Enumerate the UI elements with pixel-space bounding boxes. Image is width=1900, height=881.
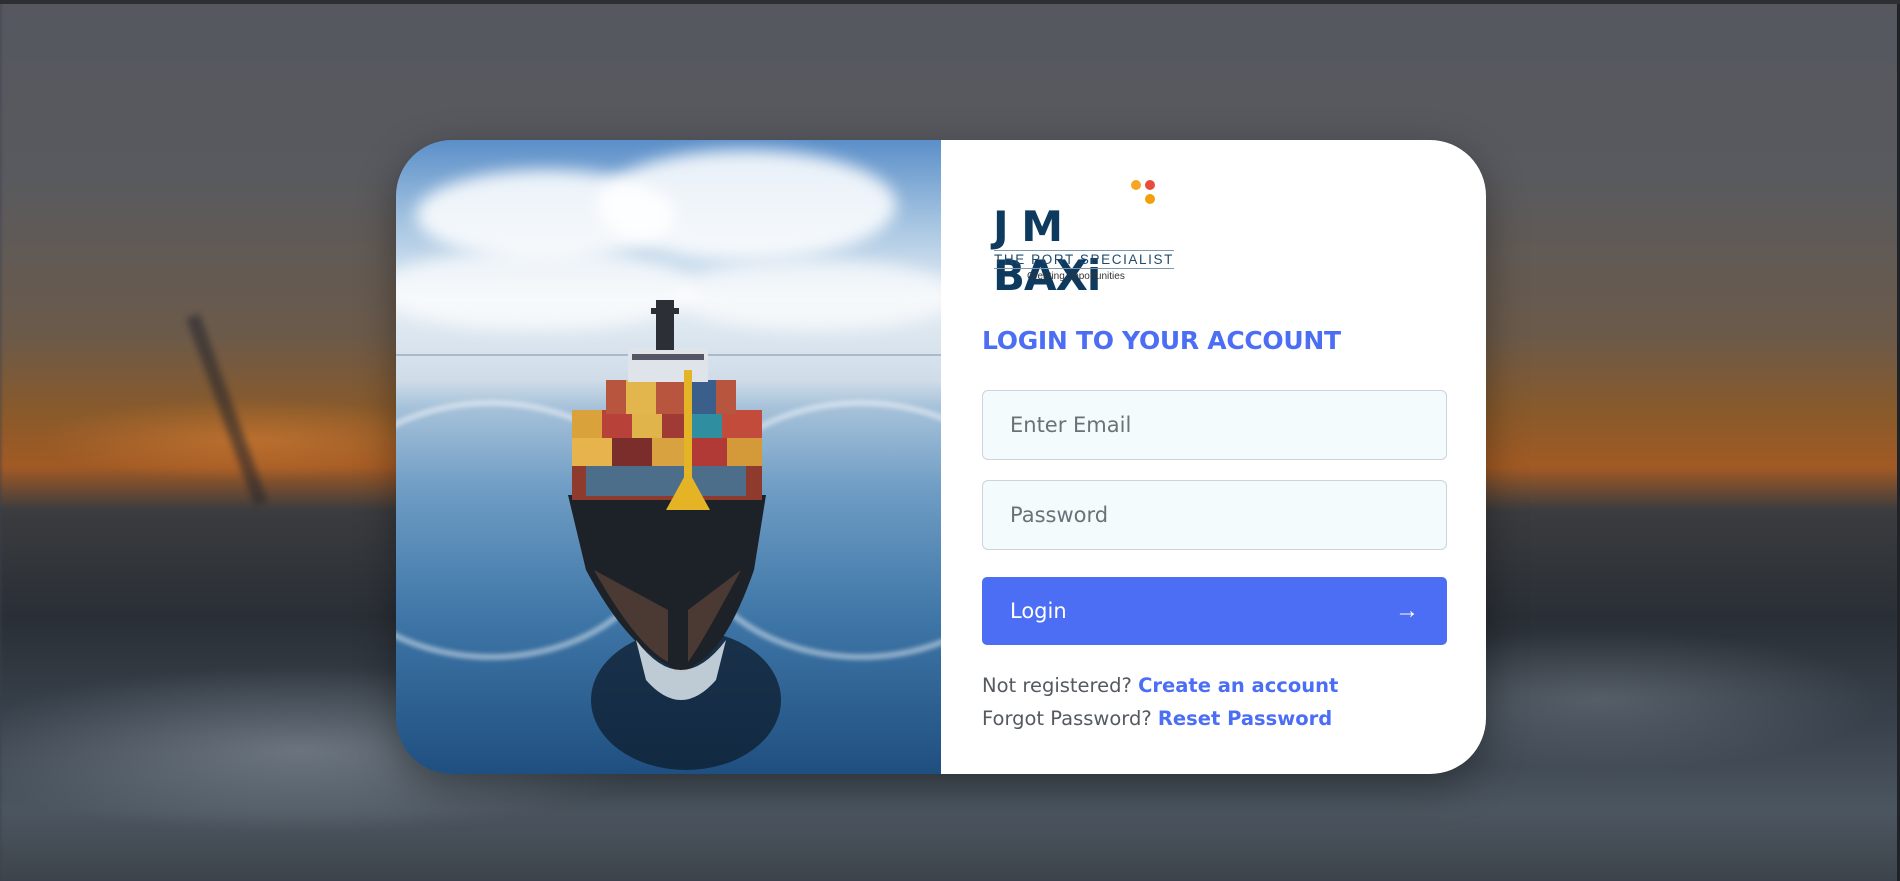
login-button[interactable]: Login →: [982, 577, 1447, 645]
register-prompt: Not registered?: [982, 674, 1132, 697]
container-ship-image: [396, 140, 941, 774]
password-field[interactable]: [982, 480, 1447, 550]
forgot-prompt: Forgot Password?: [982, 707, 1152, 730]
login-card: J M BAXi THE PORT SPECIALIST Creating op…: [396, 140, 1486, 774]
logo-dot-icon: [1145, 180, 1155, 190]
forgot-line: Forgot Password? Reset Password: [982, 707, 1332, 730]
logo-tagline: Creating opportunities: [1027, 271, 1125, 282]
login-form-panel: J M BAXi THE PORT SPECIALIST Creating op…: [941, 140, 1486, 774]
email-field[interactable]: [982, 390, 1447, 460]
window-top-edge: [0, 0, 1900, 4]
register-line: Not registered? Create an account: [982, 674, 1338, 697]
logo-subtitle: THE PORT SPECIALIST: [994, 250, 1174, 269]
logo-dot-icon: [1145, 194, 1155, 204]
logo-dot-icon: [1131, 180, 1141, 190]
reset-password-link[interactable]: Reset Password: [1158, 707, 1332, 730]
create-account-link[interactable]: Create an account: [1138, 674, 1338, 697]
arrow-right-icon: →: [1395, 597, 1419, 624]
page-title: LOGIN TO YOUR ACCOUNT: [982, 326, 1341, 355]
login-button-label: Login: [1010, 599, 1067, 623]
company-logo: J M BAXi THE PORT SPECIALIST Creating op…: [982, 180, 1174, 300]
